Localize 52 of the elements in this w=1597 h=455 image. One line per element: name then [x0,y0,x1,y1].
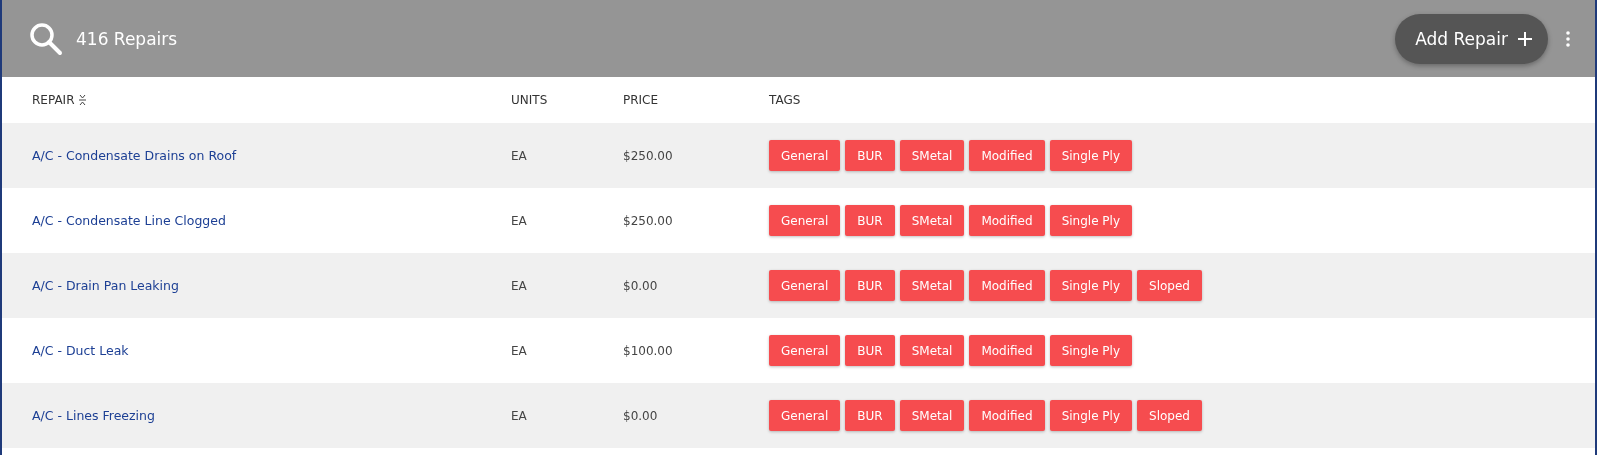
sort-icon[interactable] [78,94,88,106]
tag: Sloped [1137,400,1202,431]
tag: Single Ply [1049,400,1132,431]
plus-icon [1518,31,1532,46]
tag: SMetal [899,400,965,431]
units-cell: EA [511,213,527,228]
column-header[interactable]: UNITS [511,93,548,107]
tag: SMetal [899,335,965,366]
tag: Single Ply [1049,270,1132,301]
tag: BUR [845,140,895,171]
units-cell: EA [511,148,527,163]
tag: General [769,140,841,171]
column-header[interactable]: REPAIR [32,93,75,107]
add-repair-button[interactable]: Add Repair [1395,13,1548,64]
search-icon[interactable] [28,20,64,57]
tag: Single Ply [1049,205,1132,236]
tag: Modified [969,270,1045,301]
tag: BUR [845,205,895,236]
tag: Modified [969,400,1045,431]
price-cell: $250.00 [623,213,673,228]
tag: General [769,335,841,366]
more-menu-icon[interactable] [1566,30,1570,47]
page-title: 416 Repairs [76,28,179,49]
repair-link[interactable]: A/C - Lines Freezing [32,408,155,423]
tag: Modified [969,335,1045,366]
tag: SMetal [899,205,965,236]
repair-link[interactable]: A/C - Drain Pan Leaking [32,278,179,293]
tag: Modified [969,140,1045,171]
tag: General [769,205,841,236]
price-cell: $0.00 [623,278,658,293]
units-cell: EA [511,343,527,358]
tag: Sloped [1137,270,1202,301]
tag: Single Ply [1049,335,1132,366]
tag: Modified [969,205,1045,236]
price-cell: $100.00 [623,343,673,358]
price-cell: $0.00 [623,408,658,423]
tag: General [769,270,841,301]
tag: BUR [845,270,895,301]
column-header[interactable]: TAGS [769,93,801,107]
price-cell: $250.00 [623,148,673,163]
tag: General [769,400,841,431]
tag: BUR [845,400,895,431]
units-cell: EA [511,278,527,293]
repair-link[interactable]: A/C - Condensate Line Clogged [32,213,226,228]
repair-link[interactable]: A/C - Duct Leak [32,343,129,358]
tag: BUR [845,335,895,366]
units-cell: EA [511,408,527,423]
tag: SMetal [899,140,965,171]
tag: SMetal [899,270,965,301]
column-header[interactable]: PRICE [623,93,659,107]
tag: Single Ply [1049,140,1132,171]
repair-link[interactable]: A/C - Condensate Drains on Roof [32,148,237,163]
